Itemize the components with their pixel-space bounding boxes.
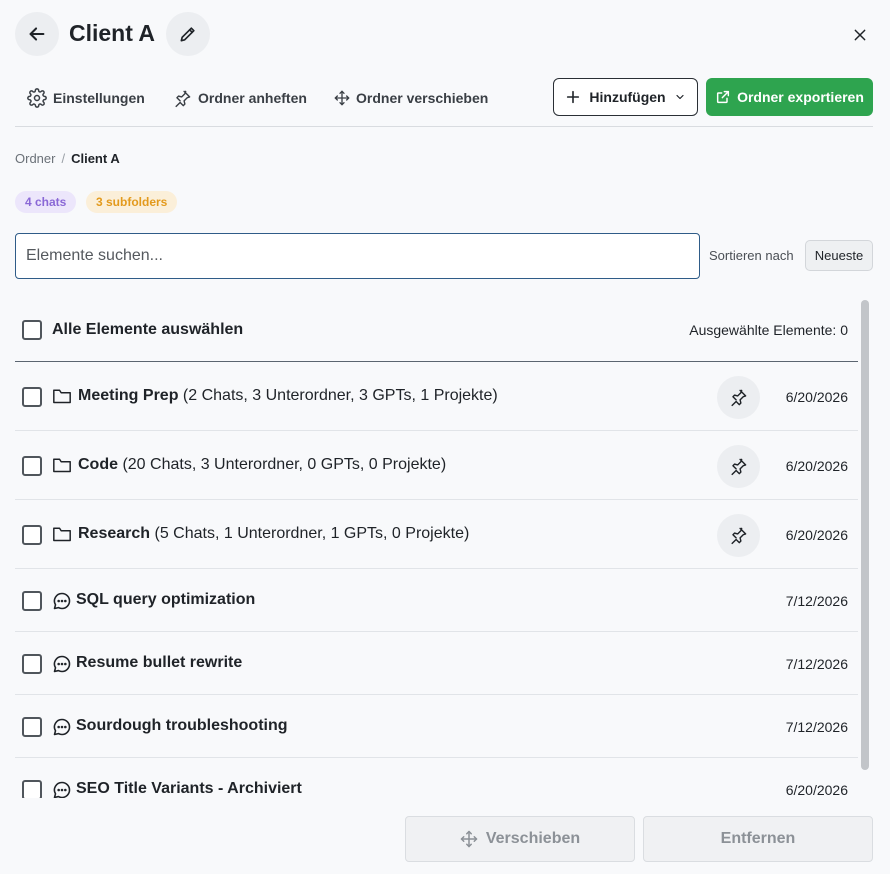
sort-select[interactable]: Neueste [805,240,873,271]
row-details: (5 Chats, 1 Unterordner, 1 GPTs, 0 Proje… [150,524,470,542]
chat-row[interactable]: Sourdough troubleshooting 7/12/2026 [15,695,858,758]
row-checkbox[interactable] [22,653,42,674]
pencil-icon [180,27,195,42]
add-label: Hinzufügen [589,89,666,105]
row-title[interactable]: Meeting Prep (2 Chats, 3 Unterordner, 3 … [78,387,498,405]
row-title[interactable]: Research (5 Chats, 1 Unterordner, 1 GPTs… [78,525,469,543]
chat-row[interactable]: SEO Title Variants - Archiviert 6/20/2026 [15,758,858,798]
search-input[interactable] [15,233,700,279]
gear-icon [27,88,47,108]
row-name: Meeting Prep [78,386,179,404]
pin-button[interactable] [717,513,760,557]
breadcrumb: Ordner / Client A [15,151,120,166]
plus-icon [567,90,580,104]
move-folder-button[interactable]: Ordner verschieben [334,86,488,110]
subfolders-count-badge: 3 subfolders [86,191,178,213]
selected-count: Ausgewählte Elemente: 0 [689,322,848,338]
row-checkbox[interactable] [22,455,42,476]
chevron-down-icon [676,94,684,100]
page-title: Client A [69,20,156,46]
close-button[interactable] [848,23,872,47]
row-title[interactable]: SQL query optimization [76,591,255,609]
row-date: 7/12/2026 [785,655,848,672]
row-name: Resume bullet rewrite [76,653,243,671]
settings-button[interactable]: Einstellungen [27,86,145,110]
folder-icon [52,387,72,405]
export-folder-button[interactable]: Ordner exportieren [706,78,873,116]
row-date: 6/20/2026 [785,457,848,474]
row-details: (2 Chats, 3 Unterordner, 3 GPTs, 1 Proje… [178,386,498,404]
remove-button[interactable]: Entfernen [643,816,873,862]
chat-row[interactable]: Resume bullet rewrite 7/12/2026 [15,632,858,695]
chats-count-badge: 4 chats [15,191,77,213]
row-name: Code [78,455,118,473]
items-list: Alle Elemente auswählen Ausgewählte Elem… [15,298,858,798]
chat-bubble-icon [52,717,72,737]
row-details: (20 Chats, 3 Unterordner, 0 GPTs, 0 Proj… [118,455,447,473]
arrow-left-icon [29,27,45,41]
breadcrumb-separator: / [61,151,66,166]
pin-folder-button[interactable]: Ordner anheften [173,86,307,110]
pin-button[interactable] [717,375,760,419]
close-icon [854,29,866,41]
row-checkbox[interactable] [22,386,42,407]
select-all-label: Alle Elemente auswählen [52,321,244,338]
folder-row[interactable]: Code (20 Chats, 3 Unterordner, 0 GPTs, 0… [15,431,858,500]
row-name: SEO Title Variants - Archiviert [76,779,302,797]
pin-icon [175,90,191,107]
row-date: 7/12/2026 [785,592,848,609]
row-date: 6/20/2026 [785,526,848,543]
remove-label: Entfernen [720,830,796,847]
chat-bubble-icon [52,654,72,674]
pin-button[interactable] [717,444,760,488]
row-title[interactable]: SEO Title Variants - Archiviert [76,780,302,798]
add-dropdown-button[interactable]: Hinzufügen [553,78,698,116]
pin-icon [731,389,747,406]
select-all-row: Alle Elemente auswählen Ausgewählte Elem… [15,298,858,362]
move-button[interactable]: Verschieben [405,816,635,862]
pin-icon [731,458,747,475]
folder-icon [52,525,72,543]
sort-label: Sortieren nach [709,248,794,263]
move-folder-label: Ordner verschieben [356,90,489,106]
pin-icon [731,527,747,544]
row-name: Research [78,524,151,542]
row-date: 7/12/2026 [785,718,848,735]
chat-row[interactable]: SQL query optimization 7/12/2026 [15,569,858,632]
external-link-icon [717,90,730,104]
folder-row[interactable]: Meeting Prep (2 Chats, 3 Unterordner, 3 … [15,362,858,431]
row-checkbox[interactable] [22,524,42,545]
move-arrows-icon [460,830,478,848]
folder-icon [52,456,72,474]
move-label: Verschieben [485,830,581,847]
row-title[interactable]: Code (20 Chats, 3 Unterordner, 0 GPTs, 0… [78,456,446,474]
header: Client A [0,0,890,70]
row-date: 6/20/2026 [785,781,848,798]
row-checkbox[interactable] [22,716,42,737]
row-checkbox[interactable] [22,590,42,611]
folder-row[interactable]: Research (5 Chats, 1 Unterordner, 1 GPTs… [15,500,858,569]
pin-folder-label: Ordner anheften [198,90,307,106]
row-title[interactable]: Sourdough troubleshooting [76,717,288,735]
back-button[interactable] [15,12,59,56]
move-arrows-icon [334,90,350,106]
breadcrumb-current: Client A [71,151,120,166]
row-name: Sourdough troubleshooting [76,716,288,734]
row-checkbox[interactable] [22,779,42,798]
row-date: 6/20/2026 [785,388,848,405]
chat-bubble-icon [52,591,72,611]
breadcrumb-root[interactable]: Ordner [15,151,55,166]
row-title[interactable]: Resume bullet rewrite [76,654,242,672]
toolbar-divider [15,126,873,127]
list-scrollbar[interactable] [861,300,869,770]
edit-title-button[interactable] [166,12,210,56]
settings-label: Einstellungen [53,90,145,106]
row-name: SQL query optimization [76,590,256,608]
select-all-checkbox[interactable] [22,320,42,340]
export-label: Ordner exportieren [737,89,864,105]
chat-bubble-icon [52,780,72,799]
